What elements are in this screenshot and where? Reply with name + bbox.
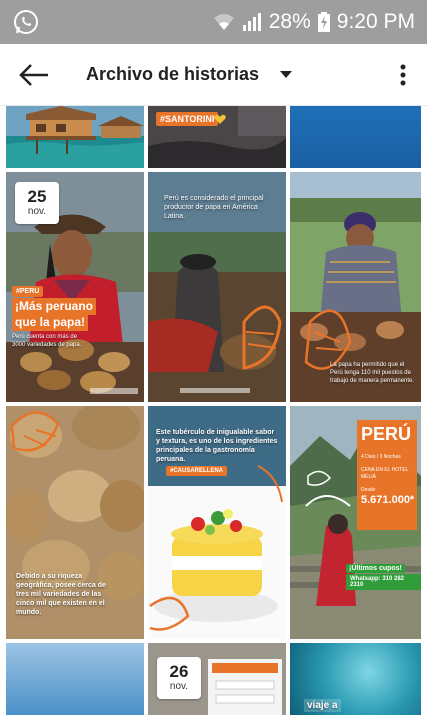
back-button[interactable]	[0, 44, 68, 106]
more-options-button[interactable]	[379, 44, 427, 106]
story-hashtag: #CAUSARELLENA	[166, 466, 228, 476]
page-title: Archivo de historias	[86, 64, 260, 84]
date-day: 26	[169, 662, 189, 681]
app-bar: Archivo de historias	[0, 44, 427, 106]
story-thumbnail[interactable]: PERÚ 4 Días / 3 Noches CENA EN EL HOTEL …	[290, 406, 421, 639]
overwater-bungalow-image	[6, 106, 144, 168]
story-thumbnail[interactable]: Debido a su riqueza geográfica, posee ce…	[6, 406, 144, 639]
story-caption: Perú cuenta con más de 3000 variedades d…	[12, 334, 82, 348]
story-caption: Debido a su riqueza geográfica, posee ce…	[16, 573, 106, 617]
story-thumbnail[interactable]	[6, 643, 144, 715]
brand-logo	[180, 388, 250, 393]
story-thumbnail[interactable]	[290, 106, 421, 168]
story-caption: La papa ha permitido que el Perú tenga 1…	[330, 362, 415, 384]
date-badge: 26 nov.	[157, 657, 201, 699]
brand-logo	[90, 388, 138, 394]
story-caption: viaje a	[304, 699, 341, 712]
offer-title: PERÚ	[361, 424, 412, 444]
story-thumbnail[interactable]	[6, 106, 144, 168]
offer-price: 5.671.000*	[361, 494, 415, 506]
story-headline-line2: que la papa!	[12, 314, 89, 331]
date-badge: 25 nov.	[15, 182, 59, 224]
story-caption: Perú es considerado el principal product…	[164, 195, 264, 221]
date-day: 25	[27, 187, 47, 206]
offer-hotel: CENA EN EL HOTEL MELIÁ	[361, 467, 409, 480]
story-headline-line1: ¡Más peruano	[12, 298, 97, 315]
dropdown-arrow-icon	[280, 71, 293, 78]
battery-percentage: 28%	[268, 10, 311, 33]
story-hashtag: #SANTORINI	[156, 112, 219, 126]
story-thumbnail[interactable]: 26 nov.	[148, 643, 286, 715]
story-thumbnail[interactable]: La papa ha permitido que el Perú tenga 1…	[290, 172, 421, 402]
date-month: nov.	[169, 681, 189, 692]
status-time: 9:20 PM	[336, 10, 415, 33]
story-grid: #SANTORINI 25 nov. #PERU ¡Más peruano qu…	[6, 106, 421, 715]
status-bar: 28% 9:20 PM	[0, 0, 427, 44]
story-thumbnail[interactable]: Perú es considerado el principal product…	[148, 172, 286, 402]
back-arrow-icon	[19, 63, 48, 86]
offer-price-label: Desde	[361, 487, 376, 493]
story-caption: Este tubérculo de inigualable sabor y te…	[156, 429, 278, 464]
battery-icon	[317, 12, 330, 32]
story-thumbnail[interactable]: 25 nov. #PERU ¡Más peruano que la papa! …	[6, 172, 144, 402]
offer-duration: 4 Días / 3 Noches	[361, 454, 401, 460]
story-thumbnail[interactable]: Este tubérculo de inigualable sabor y te…	[148, 406, 286, 639]
story-hashtag: #PERU	[12, 286, 44, 297]
story-thumbnail[interactable]: #SANTORINI	[148, 106, 286, 168]
offer-card: PERÚ 4 Días / 3 Noches CENA EN EL HOTEL …	[357, 420, 417, 530]
wifi-icon	[213, 14, 234, 30]
last-spots-button: ¡Últimos cupos!	[346, 564, 405, 573]
story-thumbnail[interactable]: viaje a	[290, 643, 421, 715]
archive-dropdown-button[interactable]	[275, 64, 297, 86]
heart-icon	[214, 114, 226, 124]
whatsapp-icon	[14, 10, 38, 34]
signal-icon	[242, 13, 261, 31]
more-vert-icon	[400, 64, 406, 85]
date-month: nov.	[27, 206, 47, 217]
whatsapp-contact: Whatsapp: 310 282 2310	[346, 574, 421, 590]
